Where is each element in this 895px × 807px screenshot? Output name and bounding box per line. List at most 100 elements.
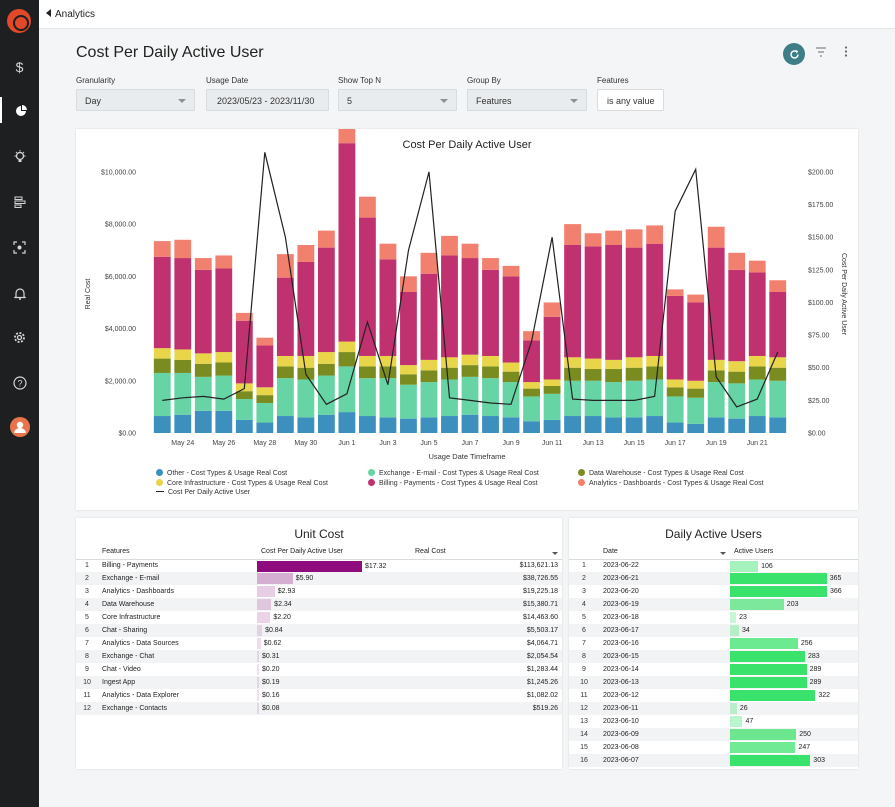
bar-segment[interactable] — [400, 418, 417, 433]
bar-segment[interactable] — [646, 355, 664, 367]
bar-segment[interactable] — [543, 302, 561, 317]
legend-item-analytics-dashboards[interactable]: Analytics - Dashboards - Cost Types & Us… — [578, 479, 764, 487]
bar-segment[interactable] — [584, 380, 602, 417]
bar-segment[interactable] — [317, 414, 335, 433]
bar-segment[interactable] — [338, 341, 356, 353]
bar-segment[interactable] — [461, 258, 479, 355]
bar-segment[interactable] — [605, 230, 623, 245]
bar-segment[interactable] — [359, 355, 376, 367]
legend-item-cost-per-dau[interactable]: Cost Per Daily Active User — [156, 489, 250, 496]
bar-segment[interactable] — [728, 383, 746, 419]
legend-item-exchange-email[interactable]: Exchange - E-mail - Cost Types & Usage R… — [368, 469, 539, 477]
bar-segment[interactable] — [461, 243, 479, 259]
bar-segment[interactable] — [625, 247, 643, 358]
bar-segment[interactable] — [482, 355, 499, 367]
bar-segment[interactable] — [153, 358, 171, 373]
bar-segment[interactable] — [461, 354, 479, 366]
legend-item-billing-payments[interactable]: Billing - Payments - Cost Types & Usage … — [368, 479, 538, 487]
bar-segment[interactable] — [502, 371, 520, 383]
refresh-button[interactable] — [783, 43, 805, 65]
bar-segment[interactable] — [276, 277, 294, 356]
bar-segment[interactable] — [194, 258, 212, 270]
bar-segment[interactable] — [748, 366, 766, 380]
bar-segment[interactable] — [194, 410, 212, 433]
bar-segment[interactable] — [584, 416, 602, 433]
bar-segment[interactable] — [748, 272, 766, 356]
bar-segment[interactable] — [256, 337, 274, 346]
bar-segment[interactable] — [523, 421, 540, 433]
bar-segment[interactable] — [174, 239, 192, 259]
usage-date-picker[interactable]: 2023/05/23 - 2023/11/30 — [206, 89, 329, 111]
logo[interactable] — [7, 9, 31, 33]
bar-segment[interactable] — [379, 355, 397, 367]
bar-segment[interactable] — [153, 416, 171, 433]
bar-segment[interactable] — [666, 289, 684, 296]
bar-segment[interactable] — [215, 362, 233, 376]
bar-segment[interactable] — [728, 418, 746, 433]
bar-segment[interactable] — [359, 217, 376, 356]
bar-segment[interactable] — [461, 414, 479, 433]
features-column-header[interactable]: Features — [98, 545, 257, 560]
bar-segment[interactable] — [153, 372, 171, 417]
bar-segment[interactable] — [502, 362, 520, 372]
bar-segment[interactable] — [523, 382, 540, 389]
bar-segment[interactable] — [215, 352, 233, 363]
table-row[interactable]: 11 Analytics - Data Explorer $0.16 $1,082.0… — [76, 689, 562, 702]
legend-item-other[interactable]: Other - Cost Types & Usage Real Cost — [156, 469, 287, 477]
bar-segment[interactable] — [256, 395, 274, 403]
date-column-header[interactable]: Date — [599, 545, 730, 560]
bar-segment[interactable] — [605, 382, 623, 418]
bar-segment[interactable] — [297, 261, 315, 356]
bar-segment[interactable] — [748, 416, 766, 433]
table-row[interactable]: 6 2023-06-17 34 — [569, 624, 858, 637]
table-row[interactable]: 14 2023-06-09 250 — [569, 728, 858, 741]
bar-segment[interactable] — [625, 417, 643, 433]
bar-segment[interactable] — [625, 367, 643, 381]
bar-segment[interactable] — [482, 378, 499, 417]
bar-segment[interactable] — [153, 256, 171, 349]
bar-segment[interactable] — [338, 143, 356, 342]
list-icon[interactable] — [0, 188, 39, 214]
bar-segment[interactable] — [605, 369, 623, 383]
bar-segment[interactable] — [584, 246, 602, 359]
bar-segment[interactable] — [400, 374, 417, 385]
bar-segment[interactable] — [276, 366, 294, 379]
bar-segment[interactable] — [338, 352, 356, 367]
bar-segment[interactable] — [646, 225, 664, 244]
avatar-icon[interactable] — [0, 413, 39, 439]
bar-segment[interactable] — [666, 422, 684, 433]
table-row[interactable]: 3 2023-06-20 366 — [569, 585, 858, 598]
sort-desc-icon[interactable] — [552, 552, 558, 556]
table-row[interactable]: 12 2023-06-11 26 — [569, 702, 858, 715]
bar-segment[interactable] — [564, 224, 581, 245]
bar-segment[interactable] — [317, 230, 335, 248]
active-users-column-header[interactable]: Active Users — [730, 545, 858, 560]
bar-segment[interactable] — [605, 359, 623, 370]
bar-segment[interactable] — [687, 294, 705, 303]
bar-segment[interactable] — [256, 345, 274, 388]
bar-segment[interactable] — [584, 358, 602, 370]
bar-segment[interactable] — [523, 396, 540, 422]
bar-segment[interactable] — [317, 247, 335, 353]
bar-segment[interactable] — [194, 269, 212, 354]
bar-segment[interactable] — [297, 355, 315, 368]
gear-icon[interactable] — [0, 323, 39, 349]
table-row[interactable]: 3 Analytics - Dashboards $2.93 $19,225.18 — [76, 585, 562, 598]
bar-segment[interactable] — [461, 365, 479, 377]
table-row[interactable]: 5 Core Infrastructure $2.20 $14,463.60 — [76, 611, 562, 624]
table-row[interactable]: 7 2023-06-16 256 — [569, 637, 858, 650]
bar-segment[interactable] — [502, 417, 520, 433]
bar-segment[interactable] — [379, 417, 397, 433]
bar-segment[interactable] — [256, 387, 274, 396]
bar-segment[interactable] — [769, 380, 787, 418]
table-row[interactable]: 11 2023-06-12 322 — [569, 689, 858, 702]
bar-segment[interactable] — [441, 255, 458, 358]
table-row[interactable]: 4 Data Warehouse $2.34 $15,380.71 — [76, 598, 562, 611]
bar-segment[interactable] — [543, 386, 561, 394]
granularity-select[interactable]: Day — [76, 89, 195, 111]
bar-segment[interactable] — [215, 255, 233, 269]
bell-icon[interactable] — [0, 279, 39, 305]
show-top-n-select[interactable]: 5 — [338, 89, 457, 111]
bar-segment[interactable] — [707, 359, 725, 371]
bar-segment[interactable] — [297, 245, 315, 262]
